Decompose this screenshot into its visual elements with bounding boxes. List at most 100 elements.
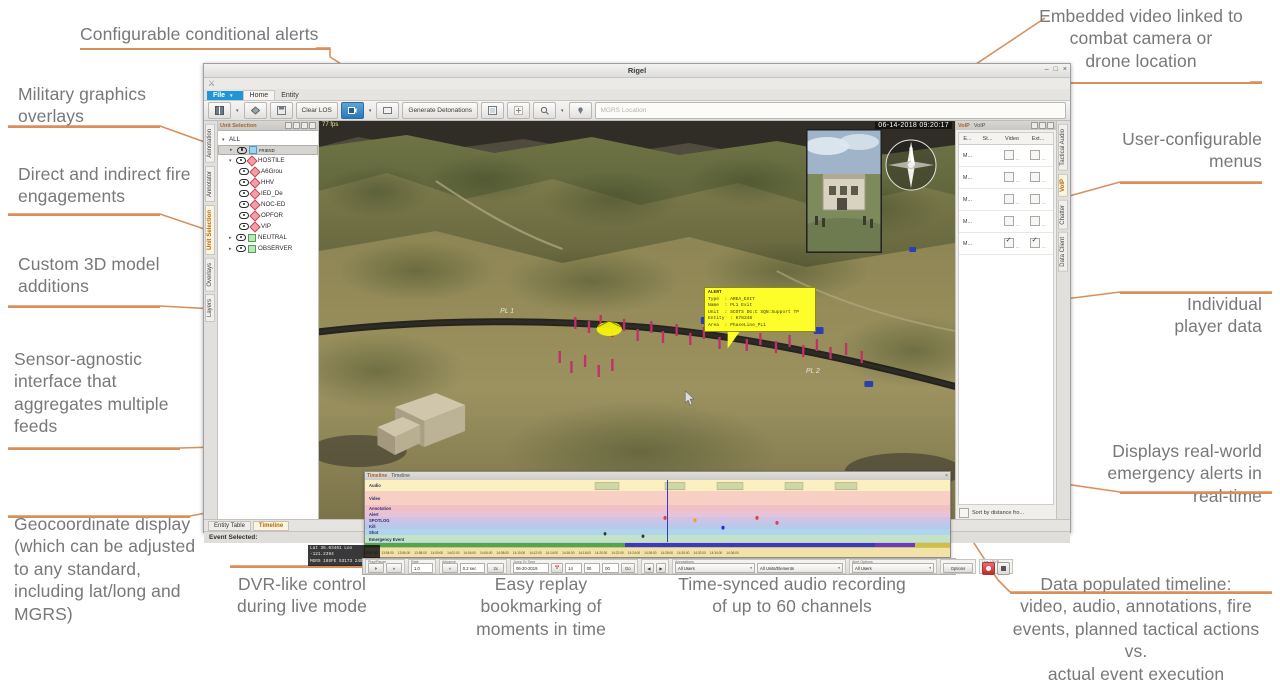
add-overlay-icon-button[interactable]: [507, 102, 530, 119]
chevron-down-icon[interactable]: ▾: [559, 108, 566, 114]
video-checkbox[interactable]: [1004, 193, 1015, 204]
tree-node-vip[interactable]: VIP: [218, 220, 318, 233]
vtab-data-client[interactable]: Data Client: [1058, 232, 1068, 272]
timeline-playhead[interactable]: [667, 480, 668, 548]
vtab-annotation[interactable]: Annotation: [205, 124, 215, 163]
voip-entity-table[interactable]: E... St... Video Ext... M... ... ... M..…: [958, 132, 1054, 505]
vtab-unit-selection[interactable]: Unit Selection: [205, 204, 215, 255]
panel-pin-icon[interactable]: [1031, 122, 1038, 129]
annotations-unit-select[interactable]: All Units/Elements ▾: [757, 563, 843, 573]
video-checkbox[interactable]: [1004, 215, 1015, 226]
tree-node-hhv[interactable]: HHV: [218, 176, 318, 189]
ribbon-tab-file[interactable]: File ▾: [207, 91, 243, 100]
generate-detonations-button[interactable]: Generate Detonations: [402, 102, 478, 119]
video-panel-icon-button[interactable]: [340, 102, 364, 119]
timeline-ruler[interactable]: 13:52:00 13:54:00 13:56:00 13:58:00 14:0…: [365, 547, 950, 557]
dvr-control-bar[interactable]: Play/Pause ⏵ ⏸ Rate 1.0 Advance « 0.2 se…: [362, 558, 1013, 575]
calendar-icon[interactable]: 📅: [551, 563, 564, 573]
table-row[interactable]: M... ... ...: [959, 145, 1053, 167]
visibility-eye-icon[interactable]: [239, 223, 249, 230]
table-row[interactable]: M... ... ...: [959, 167, 1053, 189]
bookmark-next-button[interactable]: ▶: [656, 563, 666, 573]
cell-ext[interactable]: ...: [1025, 171, 1051, 184]
screenshot-icon-button[interactable]: [376, 102, 400, 119]
jump-date-input[interactable]: 06-20-2019: [513, 563, 550, 573]
sort-by-distance-checkbox[interactable]: [959, 508, 969, 518]
ribbon-tab-entity[interactable]: Entity: [275, 91, 305, 100]
3d-map-view[interactable]: PL 1 PL 2 77 fps 06-14-2018 09:20:17 N A…: [319, 121, 955, 519]
cell-ext[interactable]: ...: [1025, 193, 1051, 206]
twisty-icon[interactable]: ▸: [230, 147, 235, 153]
visibility-eye-icon[interactable]: [239, 201, 249, 208]
vtab-layers[interactable]: Layers: [205, 294, 215, 323]
advance-amount-input[interactable]: 0.2 sec: [459, 563, 486, 573]
ext-checkbox[interactable]: [1030, 193, 1041, 204]
tab-entity-table[interactable]: Entity Table: [208, 520, 251, 531]
cell-video[interactable]: ...: [999, 236, 1025, 250]
panel-pin-icon[interactable]: [285, 122, 292, 129]
visibility-eye-icon[interactable]: [239, 212, 249, 219]
tree-node-observer[interactable]: ▸ OBSERVER: [218, 243, 318, 254]
tree-node-a6grou[interactable]: A6Grou: [218, 165, 318, 178]
tree-node-neutral[interactable]: ▸ NEUTRAL: [218, 232, 318, 243]
cell-video[interactable]: ...: [999, 193, 1025, 206]
alert-user-select[interactable]: All Users ▾: [852, 563, 934, 573]
vtab-overlays[interactable]: Overlays: [205, 257, 215, 292]
twisty-icon[interactable]: ▸: [229, 246, 234, 252]
close-icon[interactable]: ×: [1063, 66, 1067, 74]
tree-node-ied-de[interactable]: IED_De: [218, 187, 318, 200]
clear-los-button[interactable]: Clear LOS: [295, 102, 338, 119]
twisty-icon[interactable]: ▾: [222, 137, 227, 143]
map-layers-icon-button[interactable]: [243, 102, 267, 119]
save-view-icon-button[interactable]: [269, 102, 293, 119]
cell-ext[interactable]: ...: [1025, 236, 1051, 250]
vtab-annotator[interactable]: Annotator: [205, 165, 215, 202]
ext-checkbox[interactable]: [1030, 149, 1041, 160]
jump-go-button[interactable]: Go: [620, 563, 635, 573]
tree-node-friend[interactable]: ▸ FRIEND: [218, 145, 318, 155]
tree-node-noc-ed[interactable]: NOC-ED: [218, 198, 318, 211]
bookmark-prev-button[interactable]: ◀: [644, 563, 654, 573]
visibility-eye-icon[interactable]: [239, 190, 249, 197]
advance-forward-button[interactable]: 2x: [487, 563, 505, 573]
conditional-alert-popup[interactable]: ALERT Type : AREA_EXIT Name : PL1 Exit U…: [704, 287, 816, 333]
table-row[interactable]: M... ... ...: [959, 233, 1053, 255]
chevron-down-icon[interactable]: ▾: [234, 108, 241, 114]
cell-ext[interactable]: ...: [1025, 149, 1051, 162]
rate-input[interactable]: 1.0: [411, 563, 433, 573]
play-button[interactable]: ⏵: [368, 563, 384, 573]
advance-back-button[interactable]: «: [442, 563, 458, 573]
search-location-icon-button[interactable]: [533, 102, 556, 119]
entity-table-icon-button[interactable]: [208, 102, 231, 119]
visibility-eye-icon[interactable]: [236, 234, 246, 241]
cell-ext[interactable]: ...: [1025, 215, 1051, 228]
cell-video[interactable]: ...: [999, 149, 1025, 162]
panel-minimize-icon[interactable]: [301, 122, 308, 129]
twisty-icon[interactable]: ▾: [229, 158, 234, 164]
twisty-icon[interactable]: ▸: [229, 235, 234, 241]
tree-node-opfor[interactable]: OPFOR: [218, 209, 318, 222]
panel-close-icon[interactable]: [1047, 122, 1054, 129]
jump-minute-input[interactable]: 00: [583, 563, 601, 573]
timeline-window[interactable]: Timeline Timeline × Audio Video Annotati…: [364, 471, 951, 558]
visibility-eye-icon[interactable]: [236, 245, 246, 252]
timeline-close-icon[interactable]: ×: [945, 473, 948, 479]
tree-node-all[interactable]: ▾ ALL: [218, 134, 318, 145]
video-checkbox[interactable]: [1004, 171, 1015, 182]
minimize-icon[interactable]: –: [1045, 66, 1049, 74]
panel-window-buttons[interactable]: [1031, 122, 1054, 129]
panel-close-icon[interactable]: [309, 122, 316, 129]
vtab-chatter[interactable]: Chatter: [1058, 199, 1068, 230]
goto-location-icon-button[interactable]: [568, 102, 592, 119]
ext-checkbox[interactable]: [1030, 215, 1041, 226]
panel-float-icon[interactable]: [1039, 122, 1046, 129]
visibility-eye-icon[interactable]: [236, 157, 246, 164]
panel-window-buttons[interactable]: [285, 122, 316, 129]
panel-float-icon[interactable]: [293, 122, 300, 129]
jump-hour-input[interactable]: 14: [565, 563, 582, 573]
table-row[interactable]: M... ... ...: [959, 211, 1053, 233]
pause-button[interactable]: ⏸: [386, 563, 402, 573]
ext-checkbox[interactable]: [1030, 171, 1041, 182]
tab-timeline[interactable]: Timeline: [252, 520, 290, 531]
bookmark-icon-button[interactable]: [481, 102, 504, 119]
